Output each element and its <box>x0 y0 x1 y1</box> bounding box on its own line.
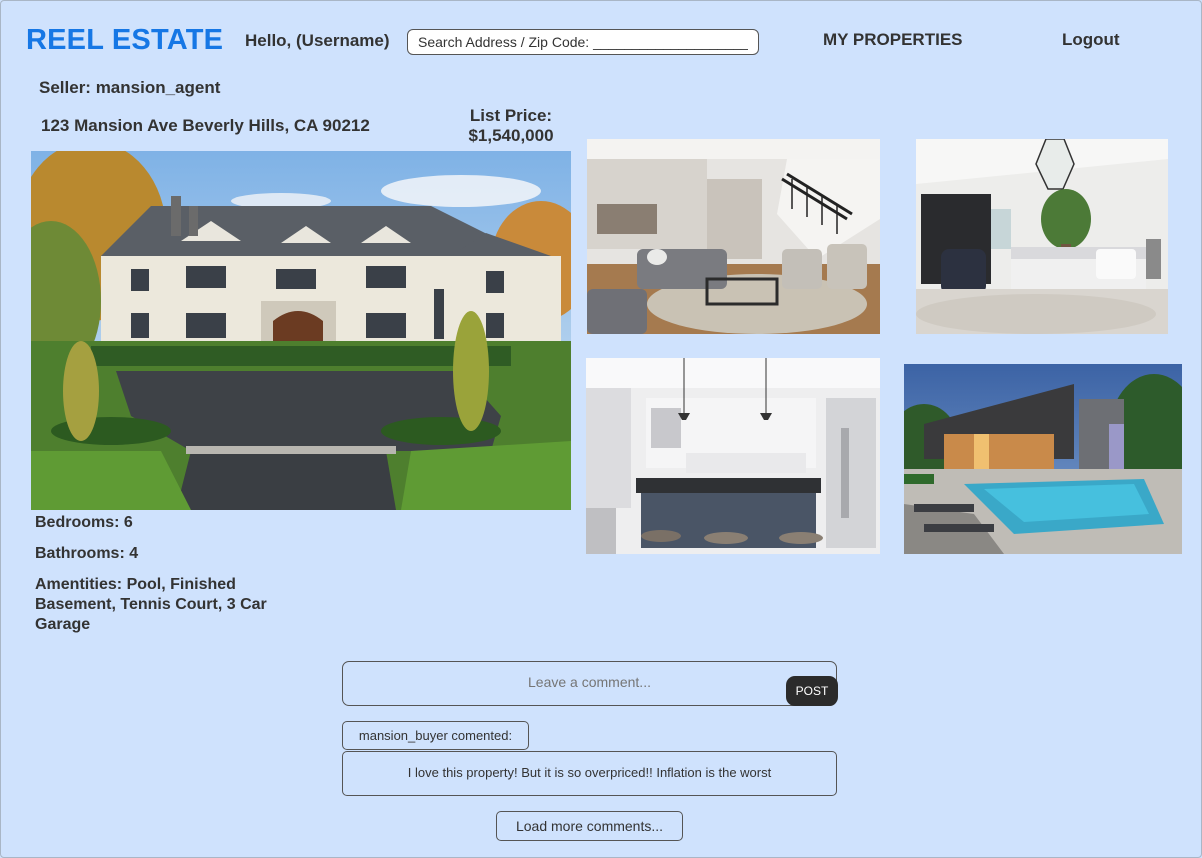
main-house-photo[interactable] <box>31 151 571 510</box>
nav-logout[interactable]: Logout <box>1062 30 1120 50</box>
comment-input-container: POST <box>342 661 838 706</box>
pool-photo[interactable] <box>904 364 1182 554</box>
comment-text: I love this property! But it is so overp… <box>342 751 837 796</box>
load-more-comments-button[interactable]: Load more comments... <box>496 811 683 841</box>
bedroom-photo[interactable] <box>916 139 1168 334</box>
logo[interactable]: REEL ESTATE <box>26 24 223 57</box>
comment-author: mansion_buyer comented: <box>342 721 529 750</box>
post-button[interactable]: POST <box>786 676 838 706</box>
bedrooms-count: Bedrooms: 6 <box>35 514 133 531</box>
seller-name: Seller: mansion_agent <box>39 78 221 97</box>
living-room-photo[interactable] <box>587 139 880 334</box>
nav-my-properties[interactable]: MY PROPERTIES <box>823 30 963 50</box>
amenities-list: Amentities: Pool, Finished Basement, Ten… <box>35 576 267 633</box>
list-price: List Price: $1,540,000 <box>440 106 582 146</box>
property-address: 123 Mansion Ave Beverly Hills, CA 90212 <box>41 116 370 135</box>
comment-input[interactable] <box>343 662 783 702</box>
price-label: List Price: <box>469 106 553 125</box>
kitchen-photo[interactable] <box>586 358 880 554</box>
user-greeting: Hello, (Username) <box>245 31 390 50</box>
search-input[interactable] <box>407 29 759 55</box>
price-value: $1,540,000 <box>468 126 554 145</box>
bathrooms-count: Bathrooms: 4 <box>35 545 139 562</box>
